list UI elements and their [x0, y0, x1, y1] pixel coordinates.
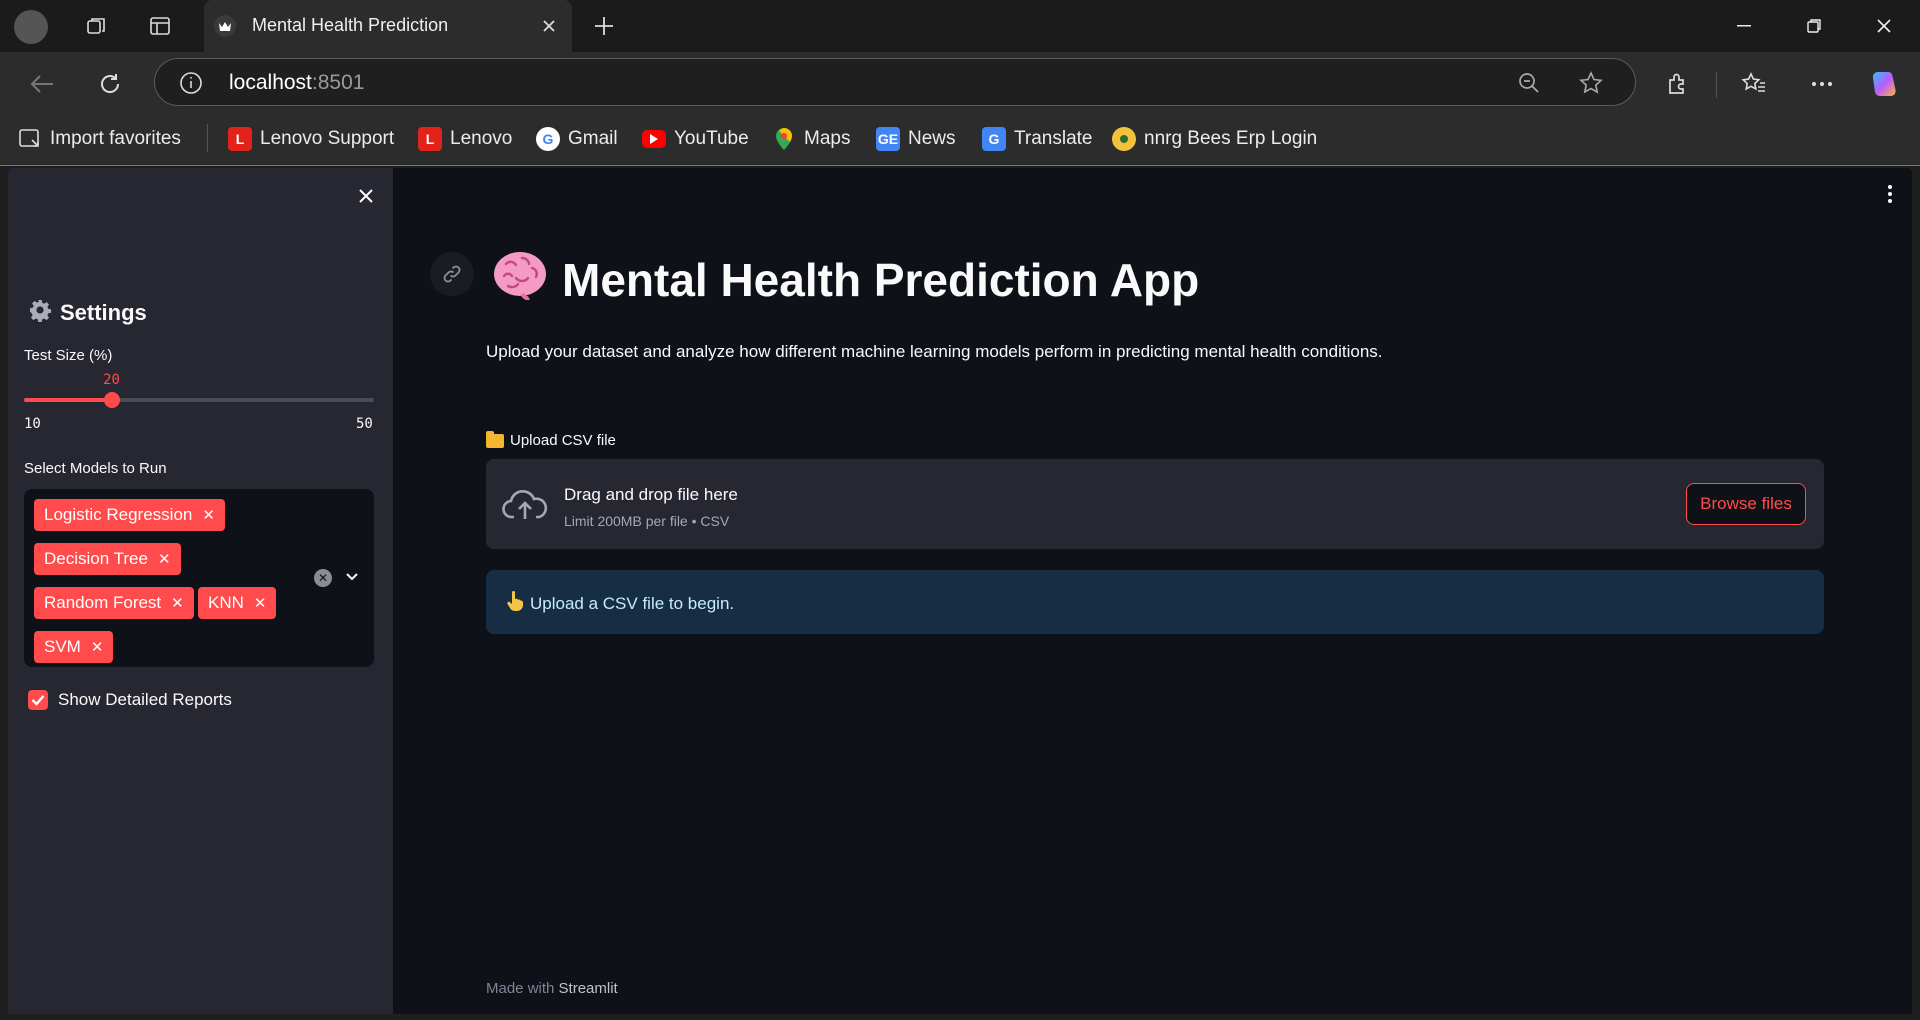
page-title: Mental Health Prediction App — [492, 248, 1199, 311]
favorites-icon[interactable] — [1734, 64, 1774, 104]
info-message: Upload a CSV file to begin. — [506, 590, 734, 616]
sidebar-close-icon[interactable] — [352, 182, 380, 210]
site-info-icon[interactable] — [175, 67, 207, 99]
address-bar[interactable]: localhost:8501 — [154, 58, 1636, 106]
bookmarks-divider — [207, 124, 208, 152]
dropzone-title: Drag and drop file here — [564, 485, 738, 504]
models-multiselect[interactable]: Logistic Regression ✕ Decision Tree ✕ Rand… — [24, 489, 374, 667]
workspaces-icon[interactable] — [80, 10, 112, 42]
page-description: Upload your dataset and analyze how diff… — [486, 342, 1383, 361]
profile-avatar[interactable] — [14, 10, 48, 44]
bookmark-lenovo[interactable]: L Lenovo — [418, 125, 512, 153]
streamlit-link[interactable]: Streamlit — [559, 980, 618, 997]
bookmarks-bar: Import favorites L Lenovo Support L Leno… — [0, 112, 1920, 166]
vertical-tabs-icon[interactable] — [144, 10, 176, 42]
minimize-icon[interactable] — [1724, 10, 1764, 42]
slider-value: 20 — [103, 372, 120, 388]
remove-chip-icon[interactable]: ✕ — [91, 638, 104, 656]
brain-icon — [492, 248, 548, 311]
dropzone-limit: Limit 200MB per file • CSV — [564, 513, 730, 529]
tab-title: Mental Health Prediction — [252, 15, 449, 35]
tab-active[interactable]: Mental Health Prediction — [204, 0, 572, 52]
new-tab-icon[interactable] — [588, 10, 620, 42]
browser-tab-bar: Mental Health Prediction — [0, 0, 1920, 52]
browse-files-button[interactable]: Browse files — [1686, 483, 1806, 525]
bookmark-translate[interactable]: G Translate — [982, 125, 1093, 153]
uploader-label: Upload CSV file — [486, 430, 616, 449]
slider-max-label: 50 — [356, 416, 373, 432]
remove-chip-icon[interactable]: ✕ — [202, 506, 215, 524]
back-icon[interactable] — [22, 64, 62, 104]
close-icon[interactable] — [536, 13, 562, 39]
show-reports-label[interactable]: Show Detailed Reports — [58, 690, 232, 710]
pointing-hand-icon — [506, 590, 524, 616]
toolbar-divider — [1716, 72, 1717, 98]
address-bar-row: localhost:8501 — [0, 52, 1920, 112]
news-icon: GE — [876, 127, 900, 151]
sidebar: Settings Test Size (%) 20 10 50 Select M… — [8, 168, 393, 1014]
clear-all-icon[interactable]: ✕ — [314, 569, 332, 587]
remove-chip-icon[interactable]: ✕ — [254, 594, 267, 612]
main-menu-icon[interactable] — [1880, 182, 1900, 206]
model-chip[interactable]: KNN ✕ — [198, 587, 277, 619]
slider-thumb[interactable] — [103, 392, 120, 408]
slider-fill — [24, 398, 112, 402]
bookmark-maps[interactable]: Maps — [772, 125, 850, 153]
favorite-star-icon[interactable] — [1575, 67, 1607, 99]
translate-icon: G — [982, 127, 1006, 151]
bookmark-nnrg-bees[interactable]: nnrg Bees Erp Login — [1112, 125, 1317, 153]
google-icon: G — [536, 127, 560, 151]
test-size-slider[interactable] — [24, 392, 374, 408]
footer: Made with Streamlit — [486, 980, 618, 997]
slider-min-label: 10 — [24, 416, 41, 432]
zoom-out-icon[interactable] — [1513, 67, 1545, 99]
show-reports-checkbox[interactable] — [28, 690, 48, 710]
cloud-upload-icon — [502, 485, 548, 523]
model-chip[interactable]: SVM ✕ — [34, 631, 114, 663]
model-chip[interactable]: Random Forest ✕ — [34, 587, 194, 619]
import-icon — [18, 127, 42, 151]
refresh-icon[interactable] — [90, 64, 130, 104]
model-chip[interactable]: Logistic Regression ✕ — [34, 499, 225, 531]
chevron-down-icon[interactable] — [342, 567, 362, 587]
bookmark-news[interactable]: GE News — [876, 125, 956, 153]
bookmark-import-favorites[interactable]: Import favorites — [18, 125, 181, 153]
link-icon[interactable] — [430, 252, 474, 296]
maps-icon — [772, 127, 796, 151]
lenovo-icon: L — [228, 127, 252, 151]
more-menu-icon[interactable] — [1802, 64, 1842, 104]
lenovo-icon: L — [418, 127, 442, 151]
url-text[interactable]: localhost:8501 — [229, 71, 364, 95]
file-dropzone[interactable]: Drag and drop file here Limit 200MB per … — [486, 459, 1824, 549]
bookmark-youtube[interactable]: YouTube — [642, 125, 749, 153]
info-alert: Upload a CSV file to begin. — [486, 570, 1824, 634]
test-size-label: Test Size (%) — [24, 347, 113, 364]
youtube-icon — [642, 130, 666, 148]
remove-chip-icon[interactable]: ✕ — [171, 594, 184, 612]
crown-icon — [214, 15, 236, 37]
window-close-icon[interactable] — [1864, 10, 1904, 42]
bookmark-lenovo-support[interactable]: L Lenovo Support — [228, 125, 394, 153]
gear-icon — [28, 298, 52, 328]
folder-icon — [486, 430, 504, 448]
settings-heading: Settings — [28, 298, 147, 328]
restore-icon[interactable] — [1794, 10, 1834, 42]
remove-chip-icon[interactable]: ✕ — [158, 550, 171, 568]
model-chip[interactable]: Decision Tree ✕ — [34, 543, 181, 575]
extensions-icon[interactable] — [1658, 64, 1698, 104]
streamlit-app: Settings Test Size (%) 20 10 50 Select M… — [8, 168, 1912, 1014]
bee-icon — [1112, 127, 1136, 151]
select-models-label: Select Models to Run — [24, 460, 167, 477]
bookmark-gmail[interactable]: G Gmail — [536, 125, 618, 153]
copilot-icon[interactable] — [1866, 64, 1906, 104]
